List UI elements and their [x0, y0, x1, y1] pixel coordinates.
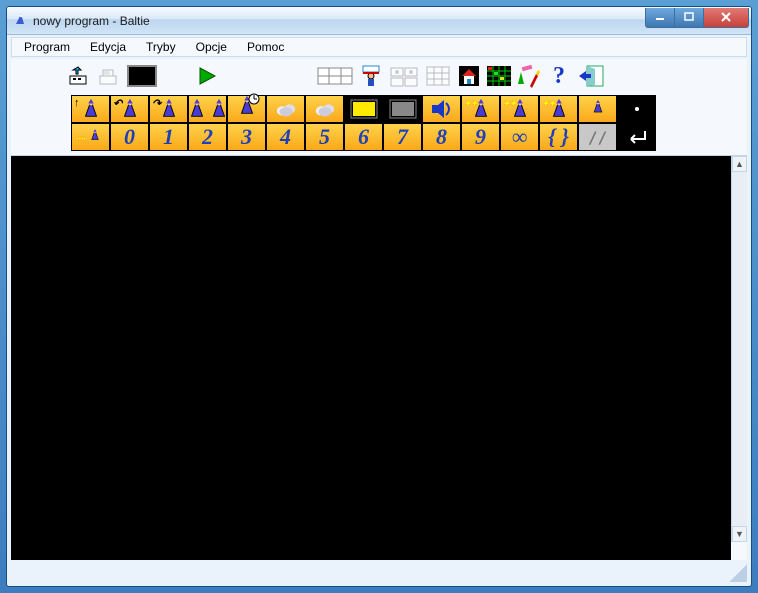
- scroll-up-button[interactable]: ▲: [732, 156, 747, 172]
- app-window: nowy program - Baltie Program Edycja Try…: [6, 6, 752, 587]
- tile-braces[interactable]: { }: [539, 123, 578, 151]
- titlebar: nowy program - Baltie: [7, 7, 751, 35]
- wizard-app-icon: [13, 13, 29, 29]
- tiles-button[interactable]: [315, 62, 355, 90]
- scroll-track[interactable]: [732, 172, 747, 526]
- close-button[interactable]: [703, 8, 749, 28]
- screen-icon: [127, 65, 157, 87]
- tile-wizard-sparkle-3[interactable]: ✦✦: [539, 95, 578, 123]
- paint-button[interactable]: [515, 62, 543, 90]
- main-toolbar: ?: [11, 59, 747, 93]
- play-icon: [196, 65, 218, 87]
- window-title: nowy program - Baltie: [33, 14, 150, 28]
- screen-button[interactable]: [125, 62, 159, 90]
- tile-enter[interactable]: [617, 123, 656, 151]
- statusbar: [11, 564, 747, 582]
- tile-infinity[interactable]: ∞: [500, 123, 539, 151]
- menu-edycja[interactable]: Edycja: [82, 38, 134, 56]
- tile-wizard-sparkle-2[interactable]: ✦✦: [500, 95, 539, 123]
- tile-monitor-1[interactable]: [344, 95, 383, 123]
- exit-icon: [577, 64, 605, 88]
- program-canvas[interactable]: [11, 156, 731, 560]
- resize-grip[interactable]: [729, 564, 747, 582]
- run-button[interactable]: [193, 62, 221, 90]
- menu-opcje[interactable]: Opcje: [188, 38, 235, 56]
- house-button[interactable]: [455, 62, 483, 90]
- menu-tryby[interactable]: Tryby: [138, 38, 184, 56]
- minimize-button[interactable]: [645, 8, 675, 28]
- help-button[interactable]: ?: [545, 62, 573, 90]
- tile-num6[interactable]: 6: [344, 123, 383, 151]
- tile-black-dot[interactable]: [617, 95, 656, 123]
- vertical-scrollbar[interactable]: ▲ ▼: [731, 156, 747, 542]
- exit-button[interactable]: [575, 62, 607, 90]
- tile-wizard-turn-left[interactable]: ↶: [110, 95, 149, 123]
- print-button[interactable]: [95, 62, 123, 90]
- tiles-icon: [317, 65, 353, 87]
- open-button[interactable]: [65, 62, 93, 90]
- tile-cloud-2[interactable]: [305, 95, 344, 123]
- tile-num1[interactable]: 1: [149, 123, 188, 151]
- maximize-button[interactable]: [674, 8, 704, 28]
- table-button[interactable]: [485, 62, 513, 90]
- tile-wizard-step[interactable]: ↑: [71, 95, 110, 123]
- house-icon: [457, 64, 481, 88]
- tile-monitor-2[interactable]: [383, 95, 422, 123]
- tile-cloud-1[interactable]: [266, 95, 305, 123]
- window-controls: [646, 8, 749, 28]
- tile-num9[interactable]: 9: [461, 123, 500, 151]
- layers-button[interactable]: [387, 62, 421, 90]
- tile-sound[interactable]: [422, 95, 461, 123]
- tile-num0[interactable]: 0: [110, 123, 149, 151]
- table-icon: [486, 65, 512, 87]
- command-palette: ↑↶↷✦✦✦✦✦✦ ····0123456789∞{ }//: [11, 93, 747, 155]
- paint-icon: [516, 64, 542, 88]
- person-icon: [359, 64, 383, 88]
- editor-area: ▲ ▼: [11, 155, 747, 560]
- tile-wizard-jump[interactable]: [188, 95, 227, 123]
- tile-comment[interactable]: //: [578, 123, 617, 151]
- tile-num8[interactable]: 8: [422, 123, 461, 151]
- person-button[interactable]: [357, 62, 385, 90]
- tile-wizard-sparkle-1[interactable]: ✦✦: [461, 95, 500, 123]
- tile-wizard-wait[interactable]: [227, 95, 266, 123]
- tile-num5[interactable]: 5: [305, 123, 344, 151]
- tile-wizard-turn-right[interactable]: ↷: [149, 95, 188, 123]
- grid4-button[interactable]: [423, 62, 453, 90]
- tile-num2[interactable]: 2: [188, 123, 227, 151]
- help-icon: ?: [553, 63, 565, 90]
- tile-num4[interactable]: 4: [266, 123, 305, 151]
- tile-speed[interactable]: ····: [71, 123, 110, 151]
- menu-pomoc[interactable]: Pomoc: [239, 38, 292, 56]
- tile-wizard-small[interactable]: [578, 95, 617, 123]
- layers-icon: [389, 65, 419, 87]
- tile-num3[interactable]: 3: [227, 123, 266, 151]
- print-icon: [97, 64, 121, 88]
- menubar: Program Edycja Tryby Opcje Pomoc: [11, 37, 747, 57]
- grid4-icon: [425, 65, 451, 87]
- scroll-down-button[interactable]: ▼: [732, 526, 747, 542]
- open-icon: [67, 64, 91, 88]
- menu-program[interactable]: Program: [16, 38, 78, 56]
- tile-num7[interactable]: 7: [383, 123, 422, 151]
